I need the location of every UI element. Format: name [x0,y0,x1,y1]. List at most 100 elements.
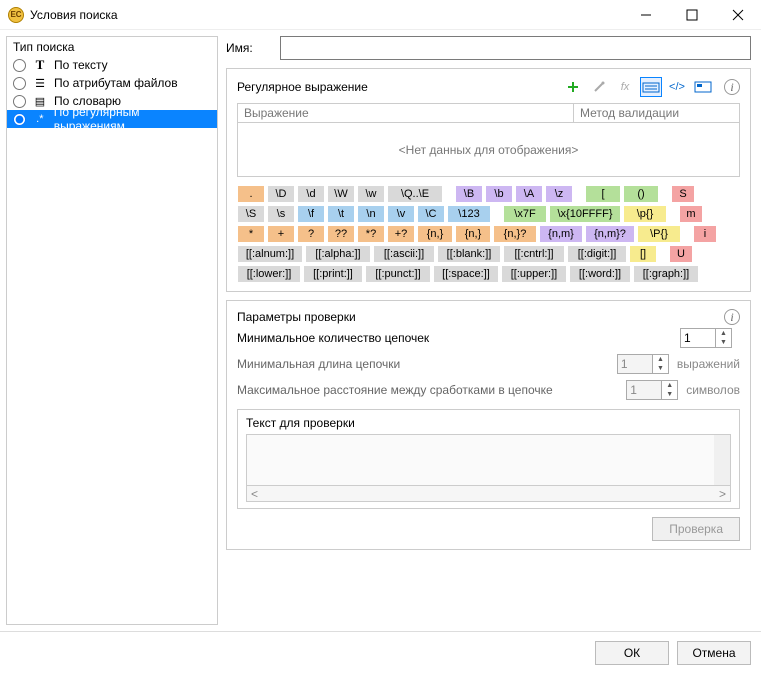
token-button[interactable]: {n,} [417,225,453,243]
file-attr-icon: ☰ [32,77,48,90]
token-button[interactable]: . [237,185,265,203]
fx-icon[interactable]: fx [614,77,636,97]
token-button[interactable]: \p{} [623,205,667,223]
sidebar-item-0[interactable]: T По тексту [7,56,217,74]
spin-up-icon: ▲ [653,355,668,364]
token-button[interactable]: * [237,225,265,243]
spin-up-icon: ▲ [662,381,677,390]
token-button[interactable]: i [693,225,717,243]
token-button[interactable]: + [267,225,295,243]
token-button[interactable]: {n,} [455,225,491,243]
token-button[interactable]: [[:lower:]] [237,265,301,283]
param-input [618,355,652,373]
token-button[interactable]: \x{10FFFF} [549,205,621,223]
regex-panel-title: Регулярное выражение [237,80,562,94]
check-button[interactable]: Проверка [652,517,740,541]
token-button[interactable]: ?? [327,225,355,243]
close-button[interactable] [715,0,761,29]
param-spinner[interactable]: ▲▼ [680,328,732,348]
token-button[interactable]: *? [357,225,385,243]
token-button[interactable]: [] [629,245,657,263]
token-button[interactable]: [[:alnum:]] [237,245,303,263]
card-icon[interactable] [692,77,714,97]
token-button[interactable]: {n,m}? [585,225,635,243]
ok-button[interactable]: ОК [595,641,669,665]
token-button[interactable]: [[:punct:]] [365,265,431,283]
token-button[interactable]: ? [297,225,325,243]
test-textbox[interactable] [246,434,731,486]
token-button[interactable]: \w [357,185,385,203]
token-button[interactable]: \n [357,205,385,223]
sidebar-radio[interactable] [13,113,26,126]
token-button[interactable]: \W [327,185,355,203]
token-button[interactable]: [[:cntrl:]] [503,245,565,263]
token-button[interactable]: \D [267,185,295,203]
sidebar-radio[interactable] [13,95,26,108]
token-button[interactable]: [[:ascii:]] [373,245,435,263]
token-button[interactable]: () [623,185,659,203]
token-button[interactable]: \x7F [503,205,547,223]
regex-icon: .* [32,113,48,125]
token-button[interactable]: \Q..\E [387,185,443,203]
token-button[interactable]: \z [545,185,573,203]
expression-grid[interactable]: Выражение Метод валидации <Нет данных дл… [237,103,740,177]
param-label: Минимальное количество цепочек [237,331,680,345]
token-button[interactable]: \P{} [637,225,681,243]
sidebar-radio[interactable] [13,59,26,72]
token-button[interactable]: [[:space:]] [433,265,499,283]
name-input[interactable] [280,36,751,60]
col-expression[interactable]: Выражение [238,104,574,122]
token-button[interactable]: [[:blank:]] [437,245,501,263]
token-button[interactable]: \S [237,205,265,223]
token-button[interactable]: S [671,185,695,203]
token-button[interactable]: [[:alpha:]] [305,245,371,263]
token-button[interactable]: \b [485,185,513,203]
minimize-button[interactable] [623,0,669,29]
token-button[interactable]: [[:upper:]] [501,265,567,283]
add-icon[interactable] [562,77,584,97]
token-button[interactable]: \f [297,205,325,223]
sidebar-item-1[interactable]: ☰ По атрибутам файлов [7,74,217,92]
token-button[interactable]: m [679,205,703,223]
maximize-button[interactable] [669,0,715,29]
sidebar-title: Тип поиска [7,37,217,56]
spin-up-icon[interactable]: ▲ [716,329,731,338]
token-button[interactable]: \C [417,205,445,223]
token-button[interactable]: {n,m} [539,225,583,243]
cancel-button[interactable]: Отмена [677,641,751,665]
code-icon[interactable]: </> [666,77,688,97]
token-button[interactable]: \A [515,185,543,203]
keyboard-icon[interactable] [640,77,662,97]
token-button[interactable]: +? [387,225,415,243]
token-palette: .\D\d\W\w\Q..\E\B\b\A\z[()S\S\s\f\t\n\v\… [237,185,740,283]
text-icon: T [32,57,48,73]
token-button[interactable]: \B [455,185,483,203]
token-button[interactable]: \123 [447,205,491,223]
sidebar-item-3[interactable]: .* По регулярным выражениям [7,110,217,128]
regex-panel: Регулярное выражение fx </> i Выражение М… [226,68,751,292]
token-button[interactable]: [[:word:]] [569,265,631,283]
token-button[interactable]: \t [327,205,355,223]
scrollbar-horizontal[interactable]: <> [246,486,731,502]
wand-icon[interactable] [588,77,610,97]
token-button[interactable]: U [669,245,693,263]
token-button[interactable]: {n,}? [493,225,537,243]
name-label: Имя: [226,41,270,55]
param-unit: символов [686,383,740,397]
token-button[interactable]: \v [387,205,415,223]
token-button[interactable]: [[:graph:]] [633,265,699,283]
param-unit: выражений [677,357,740,371]
info-icon[interactable]: i [724,309,740,325]
token-button[interactable]: \d [297,185,325,203]
col-validation-method[interactable]: Метод валидации [574,104,739,122]
scrollbar-vertical[interactable] [714,435,730,485]
param-label: Максимальное расстояние между сработками… [237,383,626,397]
token-button[interactable]: [ [585,185,621,203]
token-button[interactable]: [[:digit:]] [567,245,627,263]
token-button[interactable]: \s [267,205,295,223]
param-input[interactable] [681,329,715,347]
token-button[interactable]: [[:print:]] [303,265,363,283]
spin-down-icon[interactable]: ▼ [716,338,731,347]
info-icon[interactable]: i [724,79,740,95]
sidebar-radio[interactable] [13,77,26,90]
